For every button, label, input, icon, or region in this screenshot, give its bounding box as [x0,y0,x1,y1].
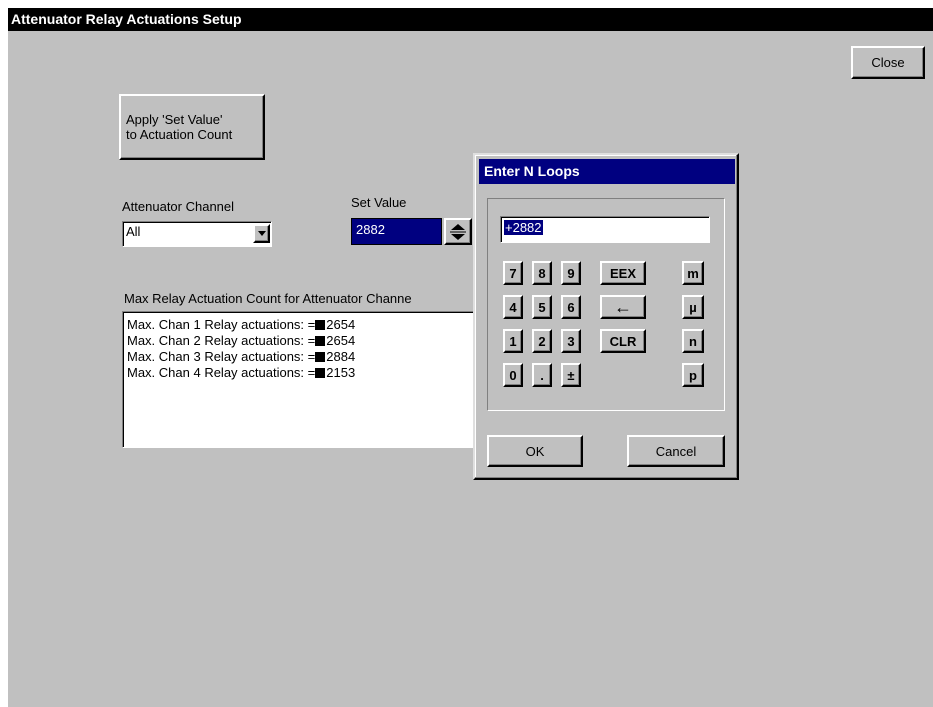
pico-button[interactable]: p [682,363,704,387]
set-value-spinner[interactable] [444,218,472,245]
attenuator-channel-combo[interactable]: All [122,221,272,247]
attenuator-channel-value: All [126,224,141,239]
key-0-button[interactable]: 0 [503,363,523,387]
max-count-listbox[interactable]: Max. Chan 1 Relay actuations: = 2654 Max.… [122,311,482,448]
clear-button[interactable]: CLR [600,329,646,353]
key-2-button[interactable]: 2 [532,329,552,353]
dropdown-button[interactable] [253,224,270,243]
plus-minus-button[interactable]: ± [561,363,581,387]
loops-entry-text: +2882 [504,220,543,235]
key-5-button[interactable]: 5 [532,295,552,319]
main-window: Attenuator Relay Actuations Setup Close … [8,8,933,707]
spinner-arrows-icon [450,223,466,240]
decimal-point-button[interactable]: . [532,363,552,387]
key-7-button[interactable]: 7 [503,261,523,285]
apply-button-line2: to Actuation Count [126,127,233,142]
close-button[interactable]: Close [851,46,925,79]
key-4-button[interactable]: 4 [503,295,523,319]
milli-button[interactable]: m [682,261,704,285]
dialog-title: Enter N Loops [479,159,735,184]
list-item: Max. Chan 4 Relay actuations: = 2153 [127,365,356,380]
cancel-button[interactable]: Cancel [627,435,725,467]
enter-n-loops-dialog: Enter N Loops +2882 7 8 9 EEX m 4 5 6 ← … [473,153,739,480]
key-1-button[interactable]: 1 [503,329,523,353]
ok-button[interactable]: OK [487,435,583,467]
set-value-text: 2882 [356,222,385,237]
backspace-arrow-icon: ← [614,296,632,317]
window-title: Attenuator Relay Actuations Setup [8,8,933,31]
set-value-field[interactable]: 2882 [351,218,442,245]
loops-entry-field[interactable]: +2882 [500,216,710,243]
micro-button[interactable]: µ [682,295,704,319]
key-9-button[interactable]: 9 [561,261,581,285]
list-item: Max. Chan 3 Relay actuations: = 2884 [127,349,356,364]
attenuator-channel-label: Attenuator Channel [122,199,235,214]
key-8-button[interactable]: 8 [532,261,552,285]
chevron-down-icon [257,231,266,236]
eex-button[interactable]: EEX [600,261,646,285]
key-3-button[interactable]: 3 [561,329,581,353]
list-item: Max. Chan 2 Relay actuations: = 2654 [127,333,356,348]
apply-button-line1: Apply 'Set Value' [126,112,223,127]
apply-set-value-button[interactable]: Apply 'Set Value' to Actuation Count [119,94,265,160]
max-count-label: Max Relay Actuation Count for Attenuator… [124,291,412,306]
backspace-button[interactable]: ← [600,295,646,319]
key-6-button[interactable]: 6 [561,295,581,319]
nano-button[interactable]: n [682,329,704,353]
set-value-label: Set Value [351,195,407,210]
keypad-panel: +2882 7 8 9 EEX m 4 5 6 ← µ 1 2 3 CLR n … [487,198,725,411]
list-item: Max. Chan 1 Relay actuations: = 2654 [127,317,356,332]
